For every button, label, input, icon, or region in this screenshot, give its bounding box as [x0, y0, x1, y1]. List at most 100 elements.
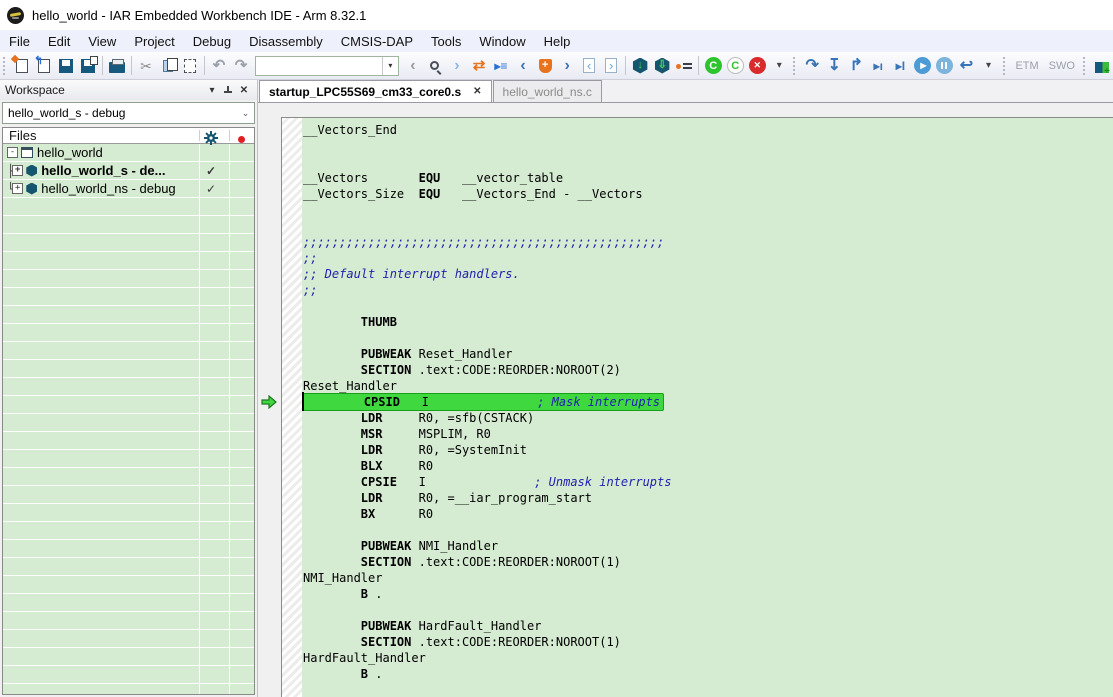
toggle-bookmark-button[interactable]: + — [534, 54, 556, 78]
code-line[interactable]: ;; — [303, 282, 1113, 298]
code-line[interactable]: THUMB — [303, 314, 1113, 330]
code-line[interactable]: B . — [303, 586, 1113, 602]
step-out-button[interactable]: ↱ — [845, 54, 867, 78]
find-previous-button[interactable]: ‹ — [402, 54, 424, 78]
navigate-swap-button[interactable]: ⇄ — [468, 54, 490, 78]
run-to-cursor-button[interactable]: ▸I — [889, 54, 911, 78]
next-bookmark-button[interactable]: › — [556, 54, 578, 78]
code-line[interactable] — [303, 602, 1113, 618]
tree-item-hello-world-ns-debug[interactable]: └+hello_world_ns - debug✓ — [3, 180, 254, 198]
menu-view[interactable]: View — [79, 32, 125, 51]
find-next-button[interactable]: › — [446, 54, 468, 78]
reset-debug-button[interactable]: ↩ — [955, 54, 977, 78]
undo-button[interactable]: ↶ — [208, 54, 230, 78]
menu-project[interactable]: Project — [125, 32, 183, 51]
copy-button[interactable] — [157, 54, 179, 78]
redo-button[interactable]: ↷ — [230, 54, 252, 78]
code-line[interactable]: CPSID I ; Mask interrupts — [303, 394, 1113, 410]
code-line[interactable] — [303, 522, 1113, 538]
code-line[interactable]: PUBWEAK NMI_Handler — [303, 538, 1113, 554]
code-line[interactable]: SECTION .text:CODE:REORDER:NOROOT(1) — [303, 554, 1113, 570]
code-line[interactable]: Reset_Handler — [303, 378, 1113, 394]
breakpoint-gutter[interactable] — [282, 118, 302, 697]
print-button[interactable] — [106, 54, 128, 78]
code-line[interactable]: __Vectors EQU __vector_table — [303, 170, 1113, 186]
code-line[interactable] — [303, 218, 1113, 234]
tab-startup-lpc55s69-cm33-core0-s[interactable]: startup_LPC55S69_cm33_core0.s✕ — [259, 80, 492, 102]
code-line[interactable] — [303, 330, 1113, 346]
menu-tools[interactable]: Tools — [422, 32, 470, 51]
code-line[interactable]: BX R0 — [303, 506, 1113, 522]
menu-debug[interactable]: Debug — [184, 32, 240, 51]
code-line[interactable]: CPSIE I ; Unmask interrupts — [303, 474, 1113, 490]
find-button[interactable] — [424, 54, 446, 78]
breakpoints-list-button[interactable] — [673, 54, 695, 78]
close-icon[interactable]: ✕ — [236, 83, 252, 97]
expand-icon[interactable]: + — [12, 183, 23, 194]
code-line[interactable] — [303, 682, 1113, 697]
code-line[interactable]: MSR MSPLIM, R0 — [303, 426, 1113, 442]
tree-item-hello-world[interactable]: -hello_world — [3, 144, 254, 162]
code-line[interactable] — [303, 298, 1113, 314]
cut-button[interactable]: ✂ — [135, 54, 157, 78]
next-file-button[interactable]: › — [600, 54, 622, 78]
menu-help[interactable]: Help — [535, 32, 580, 51]
chevron-down-icon[interactable]: ▾ — [382, 57, 398, 75]
quick-search-combobox[interactable]: ▾ — [255, 56, 399, 76]
menu-window[interactable]: Window — [470, 32, 534, 51]
toolbar-grip[interactable] — [1083, 57, 1087, 75]
previous-file-button[interactable]: ‹ — [578, 54, 600, 78]
files-tree-header[interactable]: Files — [3, 128, 254, 144]
step-into-button[interactable]: ↧ — [823, 54, 845, 78]
menu-file[interactable]: File — [0, 32, 39, 51]
code-line[interactable]: BLX R0 — [303, 458, 1113, 474]
code-line[interactable] — [303, 154, 1113, 170]
swo-button[interactable]: SWO — [1044, 57, 1080, 75]
code-line[interactable]: __Vectors_End — [303, 122, 1113, 138]
previous-bookmark-button[interactable]: ‹ — [512, 54, 534, 78]
code-line[interactable]: HardFault_Handler — [303, 650, 1113, 666]
expand-icon[interactable]: + — [12, 165, 23, 176]
code-line[interactable]: PUBWEAK Reset_Handler — [303, 346, 1113, 362]
debug-without-downloading-button[interactable]: ⇩ — [651, 54, 673, 78]
stop-button[interactable]: ✕ — [746, 54, 768, 78]
power-setting-button[interactable] — [1091, 54, 1113, 78]
toolbar-grip[interactable] — [3, 57, 7, 75]
code-line[interactable]: SECTION .text:CODE:REORDER:NOROOT(1) — [303, 634, 1113, 650]
menu-disassembly[interactable]: Disassembly — [240, 32, 332, 51]
breakpoint-column-icon[interactable] — [238, 136, 245, 143]
code-line[interactable]: B . — [303, 666, 1113, 682]
tab-hello-world-ns-c[interactable]: hello_world_ns.c — [493, 80, 602, 102]
next-statement-button[interactable]: ▸ı — [867, 54, 889, 78]
new-file-button[interactable] — [11, 54, 33, 78]
pin-icon[interactable] — [220, 83, 236, 97]
menu-edit[interactable]: Edit — [39, 32, 79, 51]
save-button[interactable] — [55, 54, 77, 78]
step-over-button[interactable]: ↷ — [801, 54, 823, 78]
debug-overflow-button[interactable]: ▾ — [977, 54, 999, 78]
tree-item-hello-world-s-de[interactable]: ├+hello_world_s - de...✓ — [3, 162, 254, 180]
save-all-button[interactable] — [77, 54, 99, 78]
workspace-panel-header[interactable]: Workspace ▾ ✕ — [0, 80, 257, 100]
download-and-debug-button[interactable]: ↓ — [629, 54, 651, 78]
go-button[interactable]: ▶ — [911, 54, 933, 78]
code-line[interactable]: PUBWEAK HardFault_Handler — [303, 618, 1113, 634]
code-line[interactable]: LDR R0, =SystemInit — [303, 442, 1113, 458]
code-line[interactable]: ;;;;;;;;;;;;;;;;;;;;;;;;;;;;;;;;;;;;;;;;… — [303, 234, 1113, 250]
break-button[interactable] — [933, 54, 955, 78]
toolbar-grip[interactable] — [793, 57, 797, 75]
code-line[interactable]: NMI_Handler — [303, 570, 1113, 586]
workspace-menu-icon[interactable]: ▾ — [204, 83, 220, 97]
collapse-icon[interactable]: - — [7, 147, 18, 158]
code-line[interactable]: ;; Default interrupt handlers. — [303, 266, 1113, 282]
etm-button[interactable]: ETM — [1010, 57, 1043, 75]
reset-button[interactable]: C — [702, 54, 724, 78]
toolbar-overflow-button[interactable]: ▾ — [768, 54, 790, 78]
code-line[interactable] — [303, 202, 1113, 218]
open-file-button[interactable] — [33, 54, 55, 78]
code-line[interactable]: SECTION .text:CODE:REORDER:NOROOT(2) — [303, 362, 1113, 378]
close-icon[interactable]: ✕ — [473, 86, 481, 97]
toolbar-grip[interactable] — [1003, 57, 1007, 75]
code-editor[interactable]: __Vectors_End __Vectors EQU __vector_tabl… — [302, 118, 1113, 697]
code-line[interactable]: ;; — [303, 250, 1113, 266]
